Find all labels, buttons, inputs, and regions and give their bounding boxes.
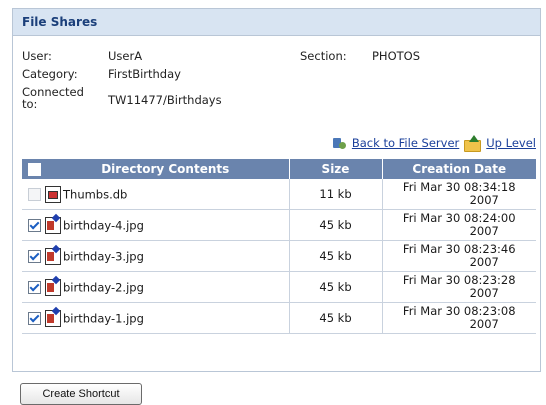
directory-table: Directory Contents Size Creation Date Th… [22,159,536,334]
creation-date-line2: 2007 [469,193,499,207]
column-header-creation-date[interactable]: Creation Date [382,159,536,179]
file-name-cell: birthday-4.jpg [22,209,290,241]
creation-date-line1: Fri Mar 30 08:23:46 [402,242,516,256]
table-row[interactable]: birthday-3.jpg 45 kb Fri Mar 30 08:23:46 20… [22,240,536,272]
creation-date-line2: 2007 [469,286,499,300]
nav-links: Back to File Server Up Level [331,135,536,152]
row-checkbox[interactable] [28,280,41,294]
file-name[interactable]: birthday-1.jpg [63,311,144,325]
category-value: FirstBirthday [108,67,181,81]
table-row[interactable]: birthday-2.jpg 45 kb Fri Mar 30 08:23:28 20… [22,271,536,303]
select-all-checkbox[interactable] [28,163,41,176]
creation-date-line1: Fri Mar 30 08:34:18 [402,180,516,194]
creation-date-line2: 2007 [469,224,499,238]
user-value: UserA [108,49,143,63]
section-value: PHOTOS [372,49,421,63]
row-checkbox[interactable] [28,311,41,325]
image-file-icon [45,216,61,234]
file-name[interactable]: birthday-4.jpg [63,218,144,232]
file-size: 45 kb [289,209,383,241]
creation-date-line1: Fri Mar 30 08:23:08 [402,304,516,318]
file-server-icon[interactable] [331,135,347,151]
image-file-icon [45,247,61,265]
file-size: 11 kb [289,179,383,210]
file-shares-panel: File Shares User: UserA Section: PHOTOS … [12,8,541,372]
file-size: 45 kb [289,302,383,334]
file-name[interactable]: birthday-2.jpg [63,280,144,294]
table-header-row: Directory Contents Size Creation Date [22,159,536,179]
file-name[interactable]: Thumbs.db [63,187,127,201]
creation-date: Fri Mar 30 08:23:28 2007 [382,271,536,303]
column-header-size[interactable]: Size [289,159,383,179]
file-name-cell: birthday-1.jpg [22,302,290,334]
file-name-cell: birthday-2.jpg [22,271,290,303]
row-checkbox[interactable] [28,249,41,263]
creation-date-line2: 2007 [469,317,499,331]
row-checkbox[interactable] [28,187,41,201]
file-size: 45 kb [289,240,383,272]
connected-label-line2: to: [22,97,38,111]
up-level-folder-icon[interactable] [464,135,482,152]
category-label: Category: [22,67,78,81]
create-shortcut-button[interactable]: Create Shortcut [20,383,142,405]
table-row[interactable]: birthday-1.jpg 45 kb Fri Mar 30 08:23:08 20… [22,302,536,334]
image-file-icon [45,278,61,296]
creation-date-line1: Fri Mar 30 08:23:28 [402,273,516,287]
database-file-icon [45,185,61,203]
table-row[interactable]: birthday-4.jpg 45 kb Fri Mar 30 08:24:00 20… [22,209,536,241]
image-file-icon [45,309,61,327]
creation-date-line2: 2007 [469,255,499,269]
connected-value: TW11477/Birthdays [108,93,222,107]
row-checkbox[interactable] [28,218,41,232]
creation-date: Fri Mar 30 08:23:46 2007 [382,240,536,272]
column-header-directory-contents: Directory Contents [22,159,290,179]
back-to-file-server-link[interactable]: Back to File Server [352,136,459,150]
file-name-cell: birthday-3.jpg [22,240,290,272]
panel-title: File Shares [13,9,540,36]
file-name[interactable]: birthday-3.jpg [63,249,144,263]
creation-date-line1: Fri Mar 30 08:24:00 [402,211,516,225]
creation-date: Fri Mar 30 08:34:18 2007 [382,179,536,210]
up-level-link[interactable]: Up Level [486,136,536,150]
user-label: User: [22,49,52,63]
section-label: Section: [300,49,347,63]
creation-date: Fri Mar 30 08:24:00 2007 [382,209,536,241]
creation-date: Fri Mar 30 08:23:08 2007 [382,302,536,334]
connected-label: Connected to: [22,86,84,110]
file-size: 45 kb [289,271,383,303]
file-name-cell: Thumbs.db [22,179,290,210]
table-row[interactable]: Thumbs.db 11 kb Fri Mar 30 08:34:18 2007 [22,179,536,210]
column-header-label: Directory Contents [101,162,230,176]
